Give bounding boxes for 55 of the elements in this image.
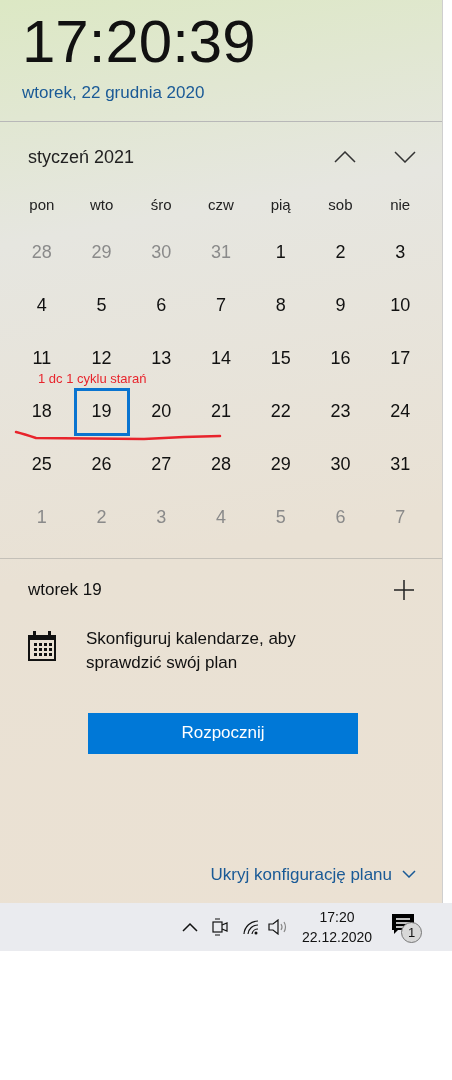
previous-month-icon[interactable] [334, 151, 356, 163]
calendar-day[interactable]: 20 [133, 393, 190, 430]
weekday-label: sob [328, 194, 353, 215]
add-icon[interactable] [394, 579, 414, 600]
calendar-day[interactable]: 6 [133, 287, 190, 324]
calendar-day[interactable]: 7 [193, 287, 249, 324]
taskbar-date[interactable]: 22.12.2020 [302, 927, 373, 947]
calendar-day[interactable]: 23 [312, 393, 369, 430]
calendar-day[interactable]: 14 [193, 340, 249, 377]
notification-count: 1 [401, 922, 423, 943]
month-title: styczeń 2021 [28, 145, 135, 169]
weekday-label: pon [29, 194, 55, 215]
calendar-day[interactable]: 3 [372, 234, 429, 271]
chevron-up-icon[interactable] [182, 922, 198, 932]
calendar-day[interactable]: 31 [372, 446, 429, 483]
weekday-label: śro [150, 194, 172, 215]
long-date[interactable]: wtorek, 22 grudnia 2020 [22, 80, 420, 106]
calendar-day[interactable]: 16 [312, 340, 369, 377]
volume-icon[interactable] [268, 919, 288, 935]
calendar-day[interactable]: 21 [193, 393, 249, 430]
wifi-icon[interactable] [242, 919, 260, 935]
calendar-day[interactable]: 17 [372, 340, 429, 377]
calendar-day[interactable]: 28 [193, 446, 249, 483]
calendar-day[interactable]: 1 [252, 234, 309, 271]
calendar-day[interactable]: 24 [372, 393, 429, 430]
calendar-day[interactable]: 8 [252, 287, 309, 324]
start-button[interactable]: Rozpocznij [88, 712, 358, 754]
calendar-day[interactable]: 30 [312, 446, 369, 483]
calendar-day[interactable]: 26 [73, 446, 130, 483]
agenda-day: wtorek 19 [28, 577, 102, 603]
hide-plan-link[interactable]: Ukryj konfigurację planu [210, 861, 416, 887]
setup-message: Skonfiguruj kalendarze, aby sprawdzić swój plan [86, 627, 297, 674]
calendar-day[interactable]: 19 [73, 387, 130, 436]
clock-time: 17:20:39 [22, 7, 257, 77]
calendar-day[interactable]: 18 [13, 393, 70, 430]
calendar-day[interactable]: 25 [13, 446, 70, 483]
weekday-label: nie [390, 194, 411, 215]
weekday-label: wto [89, 194, 114, 215]
calendar-day[interactable]: 9 [312, 287, 369, 324]
weekday-label: pią [270, 194, 291, 215]
weekday-label: czw [208, 194, 234, 215]
handwritten-note: 1 dc 1 cyklu starań [38, 372, 147, 386]
calendar-day[interactable]: 22 [252, 393, 309, 430]
camera-icon[interactable] [212, 918, 228, 936]
taskbar-time[interactable]: 17:20 [319, 907, 355, 927]
calendar-day[interactable]: 10 [372, 287, 429, 324]
calendar-day[interactable]: 29 [252, 446, 309, 483]
calendar-day[interactable]: 5 [73, 287, 130, 324]
next-month-icon[interactable] [394, 151, 416, 163]
calendar-day[interactable]: 15 [252, 340, 309, 377]
calendar-day[interactable]: 2 [312, 234, 369, 271]
calendar-icon [28, 630, 56, 661]
calendar-day[interactable]: 4 [13, 287, 70, 324]
calendar-day[interactable]: 27 [133, 446, 190, 483]
chevron-down-icon [402, 870, 416, 879]
